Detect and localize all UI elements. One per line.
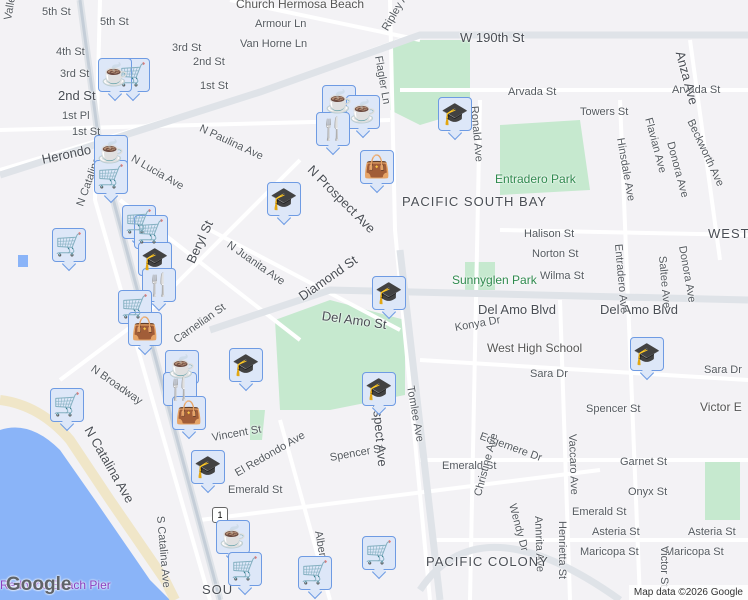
street-label: 5th St bbox=[42, 6, 71, 18]
fork-icon: 🍴 bbox=[145, 272, 173, 297]
fork-marker[interactable]: 🍴 bbox=[316, 112, 350, 146]
street-label: Sara Dr bbox=[530, 368, 568, 380]
google-logo: Google bbox=[6, 574, 72, 595]
attribution[interactable]: Map data ©2026 Google bbox=[628, 585, 748, 600]
street-label: Towers St bbox=[580, 106, 629, 118]
street-label: 1st Pl bbox=[62, 110, 90, 122]
area-label: WEST bbox=[708, 226, 748, 241]
school-marker[interactable]: 🎓 bbox=[138, 242, 172, 276]
cart-icon: 🛒 bbox=[231, 556, 259, 581]
bag-icon: 👜 bbox=[363, 154, 391, 179]
cart-icon: 🛒 bbox=[97, 164, 125, 189]
coffee-marker[interactable]: ☕ bbox=[216, 520, 250, 554]
cart-icon: 🛒 bbox=[137, 219, 165, 244]
street-label: Victor St bbox=[658, 546, 670, 588]
cart-icon: 🛒 bbox=[365, 540, 393, 565]
fork-icon: 🍴 bbox=[166, 376, 194, 401]
street-label: Garnet St bbox=[620, 456, 668, 468]
street-label: W 190th St bbox=[460, 30, 525, 45]
street-label: Wilma St bbox=[540, 270, 584, 282]
school-marker[interactable]: 🎓 bbox=[362, 372, 396, 406]
school-icon: 🎓 bbox=[441, 101, 469, 126]
street-label: Onyx St bbox=[628, 486, 668, 498]
cart-icon: 🛒 bbox=[55, 232, 83, 257]
street-label: Vaccaro Ave bbox=[566, 433, 581, 495]
school-marker[interactable]: 🎓 bbox=[229, 348, 263, 382]
street-label: Norton St bbox=[532, 248, 579, 260]
street-label: Asteria St bbox=[688, 526, 736, 538]
area-label: PACIFIC SOUTH BAY bbox=[402, 194, 548, 209]
street-label: 5th St bbox=[100, 16, 129, 28]
cart-marker[interactable]: 🛒 bbox=[228, 552, 262, 586]
school-marker[interactable]: 🎓 bbox=[267, 182, 301, 216]
school-marker[interactable]: 🎓 bbox=[191, 450, 225, 484]
coffee-icon: ☕ bbox=[349, 99, 377, 124]
street-label: Sara Dr bbox=[704, 364, 742, 376]
coffee-marker[interactable]: ☕ bbox=[346, 95, 380, 129]
street-label: Spencer St bbox=[586, 403, 641, 415]
street-label: Del Amo Blvd bbox=[478, 302, 557, 317]
cart-marker[interactable]: 🛒 bbox=[50, 388, 84, 422]
cart-icon: 🛒 bbox=[53, 392, 81, 417]
cart-marker[interactable]: 🛒 bbox=[52, 228, 86, 262]
bag-icon: 👜 bbox=[131, 316, 159, 341]
coffee-icon: ☕ bbox=[97, 139, 125, 164]
street-label: 3rd St bbox=[172, 42, 202, 54]
street-label: Emerald St bbox=[228, 484, 283, 496]
school-icon: 🎓 bbox=[194, 454, 222, 479]
street-label: Emerald St bbox=[572, 506, 627, 518]
street-label: Henrietta St bbox=[556, 521, 568, 580]
area-label: PACIFIC COLONY bbox=[426, 554, 549, 569]
school-icon: 🎓 bbox=[365, 376, 393, 401]
poi-label[interactable]: Church Hermosa Beach bbox=[236, 0, 364, 11]
cart-marker[interactable]: 🛒 bbox=[298, 556, 332, 590]
bag-marker[interactable]: 👜 bbox=[172, 396, 206, 430]
fork-icon: 🍴 bbox=[319, 116, 347, 141]
street-label: Arvada St bbox=[508, 86, 557, 98]
bag-marker[interactable]: 👜 bbox=[128, 312, 162, 346]
school-icon: 🎓 bbox=[141, 246, 169, 271]
cart-icon: 🛒 bbox=[301, 560, 329, 585]
poi-label[interactable]: West High School bbox=[487, 341, 582, 355]
street-label: Maricopa St bbox=[580, 546, 639, 558]
street-label: 2nd St bbox=[58, 88, 96, 103]
street-label: Halison St bbox=[524, 228, 575, 240]
coffee-icon: ☕ bbox=[219, 524, 247, 549]
bag-marker[interactable]: 👜 bbox=[360, 150, 394, 184]
cart-marker[interactable]: 🛒 bbox=[94, 160, 128, 194]
street-label: 2nd St bbox=[193, 56, 225, 68]
school-marker[interactable]: 🎓 bbox=[438, 97, 472, 131]
poi-label[interactable]: Victor E bbox=[700, 400, 742, 414]
street-label: Maricopa St bbox=[665, 546, 724, 558]
street-label: Asteria St bbox=[592, 526, 640, 538]
school-icon: 🎓 bbox=[270, 186, 298, 211]
coffee-marker[interactable]: ☕ bbox=[98, 58, 132, 92]
park-label: Entradero Park bbox=[495, 172, 576, 186]
cart-marker[interactable]: 🛒 bbox=[362, 536, 396, 570]
street-label: 4th St bbox=[56, 46, 85, 58]
cart-marker[interactable]: 🛒 bbox=[134, 215, 168, 249]
school-marker[interactable]: 🎓 bbox=[372, 276, 406, 310]
coffee-icon: ☕ bbox=[101, 62, 129, 87]
street-label: 1st St bbox=[200, 80, 229, 92]
street-label: Van Horne Ln bbox=[240, 38, 308, 50]
bag-icon: 👜 bbox=[175, 400, 203, 425]
school-icon: 🎓 bbox=[375, 280, 403, 305]
school-marker[interactable]: 🎓 bbox=[630, 337, 664, 371]
street-label: Armour Ln bbox=[255, 18, 307, 30]
park-label: Sunnyglen Park bbox=[452, 273, 537, 287]
school-icon: 🎓 bbox=[232, 352, 260, 377]
map-canvas[interactable]: 5th St 5th St 4th St 3rd St 2nd St 1st P… bbox=[0, 0, 748, 600]
school-icon: 🎓 bbox=[633, 341, 661, 366]
street-label: 3rd St bbox=[60, 68, 90, 80]
